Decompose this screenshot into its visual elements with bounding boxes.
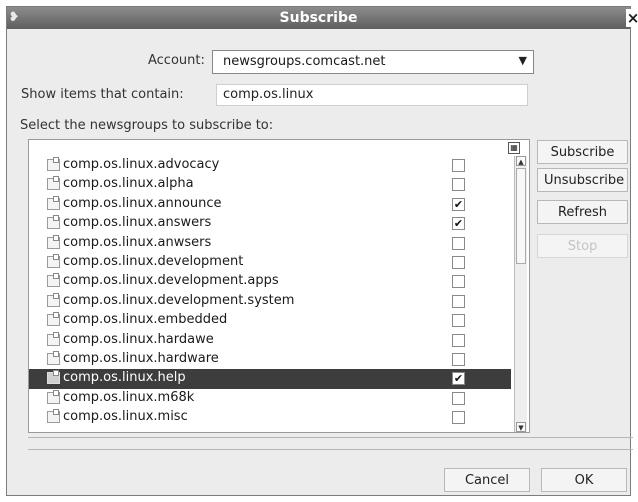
newsgroup-icon bbox=[47, 273, 60, 288]
newsgroup-name: comp.os.linux.development bbox=[63, 253, 244, 269]
newsgroup-icon bbox=[47, 409, 60, 424]
newsgroup-name: comp.os.linux.advocacy bbox=[63, 157, 220, 172]
filter-label: Show items that contain: bbox=[21, 87, 184, 102]
subscribe-checkbox[interactable] bbox=[452, 352, 465, 366]
list-item[interactable]: comp.os.linux.hardawe bbox=[29, 331, 511, 350]
newsgroup-icon bbox=[47, 215, 60, 230]
ok-button[interactable]: OK bbox=[541, 468, 627, 492]
newsgroup-name: comp.os.linux.development.apps bbox=[63, 273, 279, 289]
newsgroup-name: comp.os.linux.hardawe bbox=[63, 331, 214, 347]
refresh-button[interactable]: Refresh bbox=[537, 200, 628, 224]
window-title: Subscribe bbox=[279, 10, 358, 26]
newsgroup-name: comp.os.linux.embedded bbox=[63, 312, 228, 328]
list-item[interactable]: comp.os.linux.misc bbox=[29, 408, 511, 427]
newsgroup-icon bbox=[47, 253, 60, 268]
cancel-button[interactable]: Cancel bbox=[444, 468, 530, 492]
subscribe-checkbox[interactable]: ✔ bbox=[452, 372, 465, 386]
newsgroup-list[interactable]: ▦ comp.os.linux.advocacy comp.os.linux.al… bbox=[28, 139, 530, 433]
list-item[interactable]: comp.os.linux.development.apps bbox=[29, 272, 511, 291]
title-bar: ❥ Subscribe × bbox=[7, 7, 638, 29]
list-item[interactable]: comp.os.linux.hardware bbox=[29, 350, 511, 369]
list-item[interactable]: comp.os.linux.development.system bbox=[29, 292, 511, 311]
subscribe-checkbox[interactable] bbox=[452, 333, 465, 347]
list-item[interactable]: comp.os.linux.embedded bbox=[29, 311, 511, 330]
list-item[interactable]: comp.os.linux.alpha bbox=[29, 175, 511, 194]
list-item[interactable]: comp.os.linux.anwsers bbox=[29, 234, 511, 253]
list-item[interactable]: comp.os.linux.help ✔ bbox=[29, 369, 511, 389]
newsgroup-icon bbox=[47, 331, 60, 346]
list-scrollbar[interactable]: ▲ ▼ bbox=[514, 156, 527, 432]
scroll-thumb[interactable] bbox=[516, 168, 526, 264]
subscribe-checkbox[interactable] bbox=[452, 411, 465, 425]
newsgroup-icon bbox=[47, 157, 60, 171]
subscribe-checkbox[interactable]: ✔ bbox=[452, 217, 465, 231]
account-label: Account: bbox=[148, 53, 205, 68]
list-item[interactable]: comp.os.linux.announce ✔ bbox=[29, 195, 511, 214]
chevron-down-icon[interactable]: ▼ bbox=[519, 54, 527, 67]
newsgroup-name: comp.os.linux.answers bbox=[63, 215, 212, 231]
newsgroup-name: comp.os.linux.announce bbox=[63, 195, 222, 211]
list-item[interactable]: comp.os.linux.answers ✔ bbox=[29, 214, 511, 233]
window-menu-icon[interactable]: ❥ bbox=[3, 10, 25, 26]
subscribe-checkbox[interactable]: ✔ bbox=[452, 197, 465, 211]
subscribe-checkbox[interactable] bbox=[452, 178, 465, 192]
list-label: Select the newsgroups to subscribe to: bbox=[20, 118, 274, 133]
list-item[interactable]: comp.os.linux.m68k bbox=[29, 389, 511, 408]
stop-button[interactable]: Stop bbox=[537, 234, 628, 258]
account-value: newsgroups.comcast.net bbox=[223, 54, 386, 69]
unsubscribe-button[interactable]: Unsubscribe bbox=[537, 168, 628, 192]
subscribe-checkbox[interactable] bbox=[452, 294, 465, 308]
list-header: ▦ bbox=[29, 140, 529, 156]
newsgroup-name: comp.os.linux.alpha bbox=[63, 176, 194, 192]
subscribe-button[interactable]: Subscribe bbox=[537, 140, 628, 164]
newsgroup-name: comp.os.linux.help bbox=[63, 370, 186, 386]
subscribe-checkbox[interactable] bbox=[452, 159, 465, 172]
scroll-up-icon[interactable]: ▲ bbox=[516, 156, 526, 166]
newsgroup-icon bbox=[47, 350, 60, 365]
newsgroup-name: comp.os.linux.hardware bbox=[63, 350, 219, 366]
subscribe-checkbox[interactable] bbox=[452, 255, 465, 269]
subscribe-checkbox[interactable] bbox=[452, 314, 465, 328]
newsgroup-name: comp.os.linux.anwsers bbox=[63, 234, 212, 250]
newsgroup-icon bbox=[47, 176, 60, 191]
status-bar bbox=[28, 437, 633, 450]
list-item[interactable]: comp.os.linux.advocacy bbox=[29, 156, 511, 175]
subscribe-checkbox[interactable] bbox=[452, 275, 465, 289]
subscribe-dialog: ❥ Subscribe × Account: newsgroups.comcas… bbox=[6, 6, 638, 496]
newsgroup-icon bbox=[47, 312, 60, 327]
account-select[interactable]: newsgroups.comcast.net ▼ bbox=[212, 50, 534, 74]
filter-field[interactable] bbox=[216, 84, 528, 106]
column-picker-icon[interactable]: ▦ bbox=[508, 142, 520, 154]
newsgroup-name: comp.os.linux.development.system bbox=[63, 292, 295, 308]
newsgroup-icon bbox=[47, 292, 60, 307]
list-item[interactable]: comp.os.linux.development bbox=[29, 253, 511, 272]
filter-input[interactable] bbox=[223, 87, 521, 102]
newsgroup-icon bbox=[47, 370, 60, 385]
scroll-down-icon[interactable]: ▼ bbox=[516, 422, 526, 432]
newsgroup-rows: comp.os.linux.advocacy comp.os.linux.alph… bbox=[29, 156, 511, 427]
subscribe-checkbox[interactable] bbox=[452, 391, 465, 405]
newsgroup-icon bbox=[47, 389, 60, 404]
newsgroup-name: comp.os.linux.m68k bbox=[63, 389, 195, 405]
subscribe-checkbox[interactable] bbox=[452, 236, 465, 250]
newsgroup-icon bbox=[47, 195, 60, 210]
newsgroup-icon bbox=[47, 234, 60, 249]
newsgroup-name: comp.os.linux.misc bbox=[63, 409, 188, 425]
close-icon[interactable]: × bbox=[626, 9, 638, 27]
